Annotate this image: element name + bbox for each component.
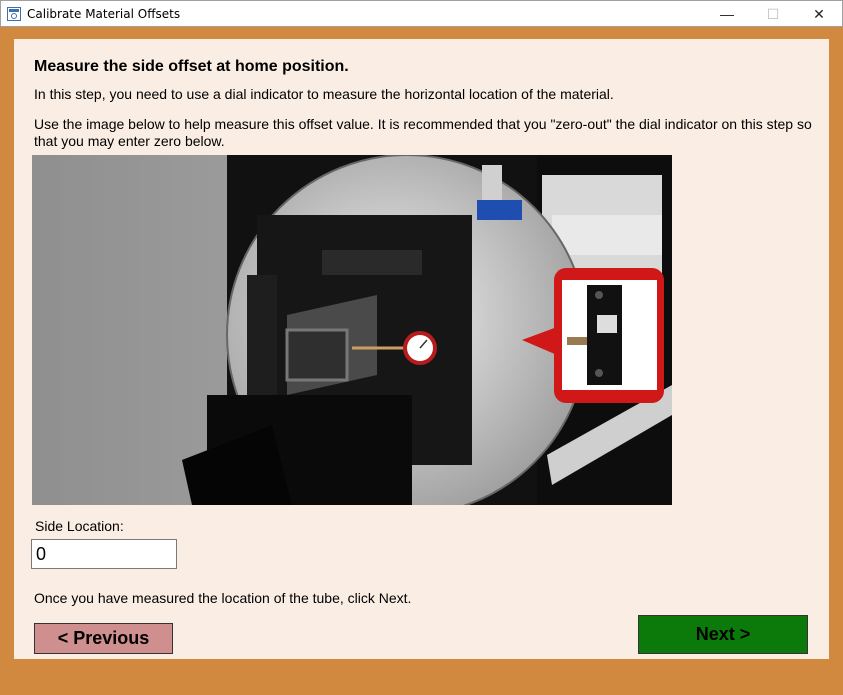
next-instruction-text: Once you have measured the location of t… xyxy=(34,590,412,606)
minimize-button[interactable]: — xyxy=(704,1,750,27)
side-location-label: Side Location: xyxy=(35,518,124,534)
content-panel: Measure the side offset at home position… xyxy=(14,39,829,659)
machine-illustration-graphic xyxy=(32,155,672,505)
instruction-text: In this step, you need to use a dial ind… xyxy=(34,86,614,102)
calibrate-window: Calibrate Material Offsets — ☐ ✕ Measure… xyxy=(0,0,843,695)
maximize-icon: ☐ xyxy=(766,5,780,22)
close-button[interactable]: ✕ xyxy=(796,1,842,27)
close-icon: ✕ xyxy=(813,5,825,22)
minimize-icon: — xyxy=(720,6,734,22)
title-bar: Calibrate Material Offsets — ☐ ✕ xyxy=(0,0,843,27)
side-location-input[interactable] xyxy=(31,539,177,569)
step-heading: Measure the side offset at home position… xyxy=(34,58,349,75)
maximize-button[interactable]: ☐ xyxy=(750,1,796,27)
window-bottom-strip xyxy=(0,659,843,695)
previous-button[interactable]: < Previous xyxy=(34,623,173,654)
window-frame: Measure the side offset at home position… xyxy=(0,27,843,695)
app-icon xyxy=(7,7,21,21)
machine-illustration xyxy=(32,155,672,505)
next-button[interactable]: Next > xyxy=(638,615,808,654)
next-button-label: Next > xyxy=(695,624,751,644)
previous-button-label: < Previous xyxy=(57,628,150,648)
window-title: Calibrate Material Offsets xyxy=(27,7,181,21)
help-text: Use the image below to help measure this… xyxy=(34,116,812,149)
